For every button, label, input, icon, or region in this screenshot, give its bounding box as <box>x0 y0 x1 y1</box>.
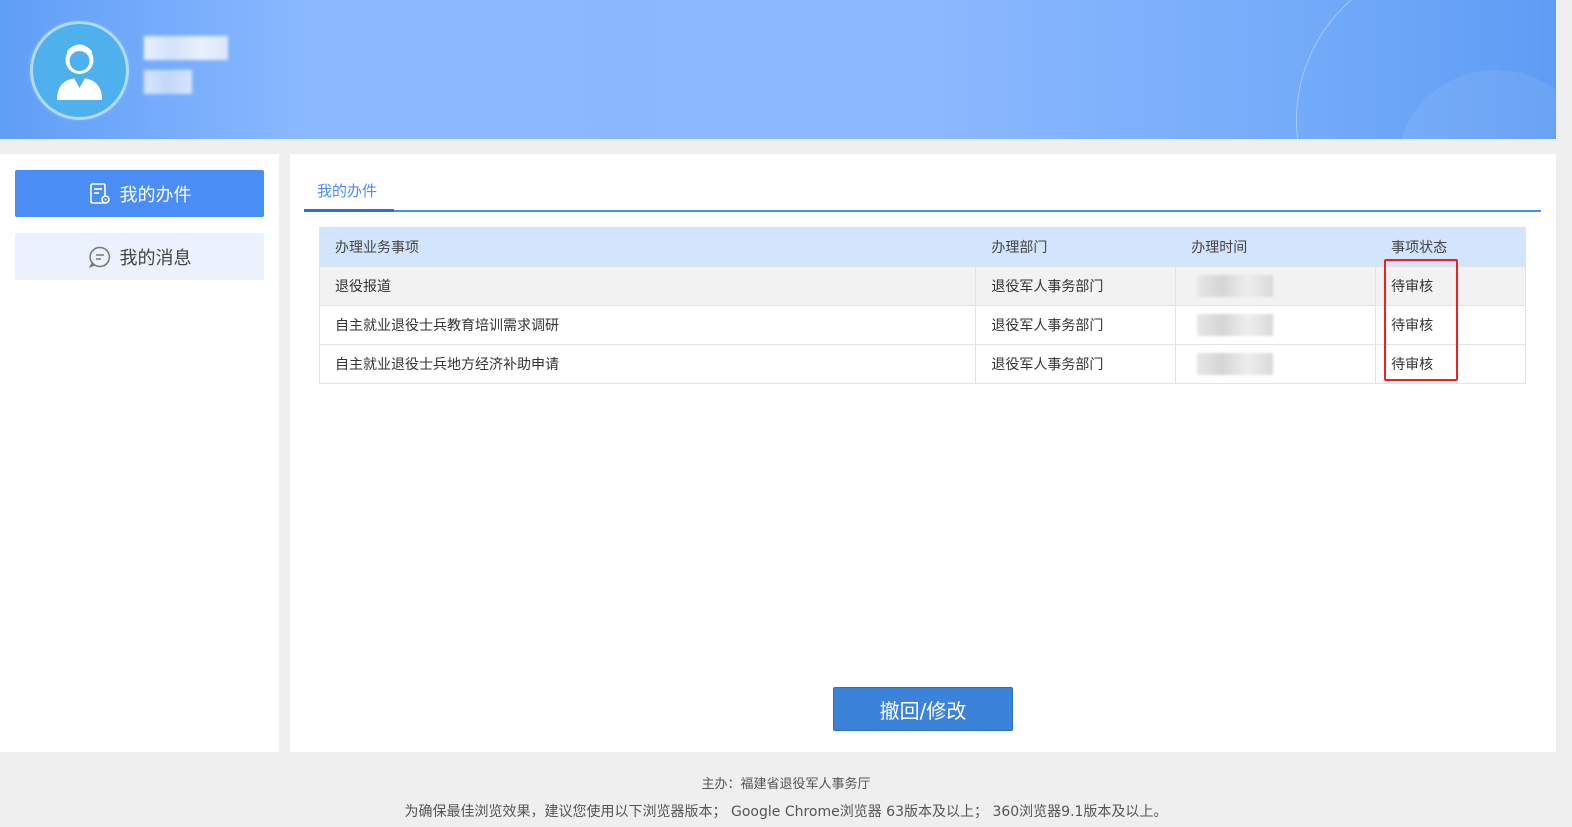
footer-organizer: 主办：福建省退役军人事务厅 <box>701 777 871 792</box>
column-header-item: 办理业务事项 <box>318 227 977 267</box>
sidebar-item-my-cases[interactable]: 我的办件 <box>15 170 264 217</box>
tab-my-cases[interactable]: 我的办件 <box>304 172 394 212</box>
profile-header <box>0 0 1556 139</box>
column-header-status: 事项状态 <box>1375 227 1526 267</box>
main-content: 我的办件 办理业务事项 办理部门 办理时间 事项状态 退役报道 退役军人事务部门… <box>290 154 1556 752</box>
footer: 主办：福建省退役军人事务厅 为确保最佳浏览效果，建议您使用以下浏览器版本； Go… <box>0 760 1572 827</box>
cell-time-redacted <box>1175 266 1377 306</box>
cell-department: 退役军人事务部门 <box>975 344 1177 384</box>
tab-bar: 我的办件 <box>304 172 1541 212</box>
cell-time-redacted <box>1175 344 1377 384</box>
redacted-time <box>1197 275 1274 297</box>
table-row[interactable]: 自主就业退役士兵教育培训需求调研 退役军人事务部门 待审核 <box>318 305 1526 345</box>
table-row[interactable]: 自主就业退役士兵地方经济补助申请 退役军人事务部门 待审核 <box>318 344 1526 384</box>
table-header-row: 办理业务事项 办理部门 办理时间 事项状态 <box>318 227 1526 267</box>
cell-department: 退役军人事务部门 <box>975 305 1177 345</box>
redacted-time <box>1197 353 1274 375</box>
cell-item: 自主就业退役士兵教育培训需求调研 <box>318 305 977 345</box>
footer-browser-note: 为确保最佳浏览效果，建议您使用以下浏览器版本； Google Chrome浏览器… <box>404 804 1168 820</box>
sidebar-item-label: 我的办件 <box>119 184 192 206</box>
sidebar-item-my-messages[interactable]: 我的消息 <box>15 233 264 280</box>
user-name-redacted <box>144 36 228 60</box>
document-gear-icon <box>88 182 112 206</box>
cell-item: 自主就业退役士兵地方经济补助申请 <box>318 344 977 384</box>
cell-department: 退役军人事务部门 <box>975 266 1177 306</box>
cell-time-redacted <box>1175 305 1377 345</box>
redacted-time <box>1197 314 1274 336</box>
column-header-department: 办理部门 <box>975 227 1177 267</box>
chat-bubble-icon <box>88 245 112 269</box>
cell-status: 待审核 <box>1375 344 1526 384</box>
cell-status: 待审核 <box>1375 305 1526 345</box>
cell-item: 退役报道 <box>318 266 977 306</box>
user-info-redacted <box>144 70 192 94</box>
table-row[interactable]: 退役报道 退役军人事务部门 待审核 <box>318 266 1526 306</box>
sidebar: 我的办件 我的消息 <box>0 154 279 752</box>
sidebar-item-label: 我的消息 <box>119 247 192 269</box>
column-header-time: 办理时间 <box>1175 227 1377 267</box>
cell-status: 待审核 <box>1375 266 1526 306</box>
cases-table: 办理业务事项 办理部门 办理时间 事项状态 退役报道 退役军人事务部门 待审核 … <box>318 227 1526 384</box>
user-avatar-icon <box>30 21 129 120</box>
withdraw-modify-button[interactable]: 撤回/修改 <box>833 687 1013 731</box>
